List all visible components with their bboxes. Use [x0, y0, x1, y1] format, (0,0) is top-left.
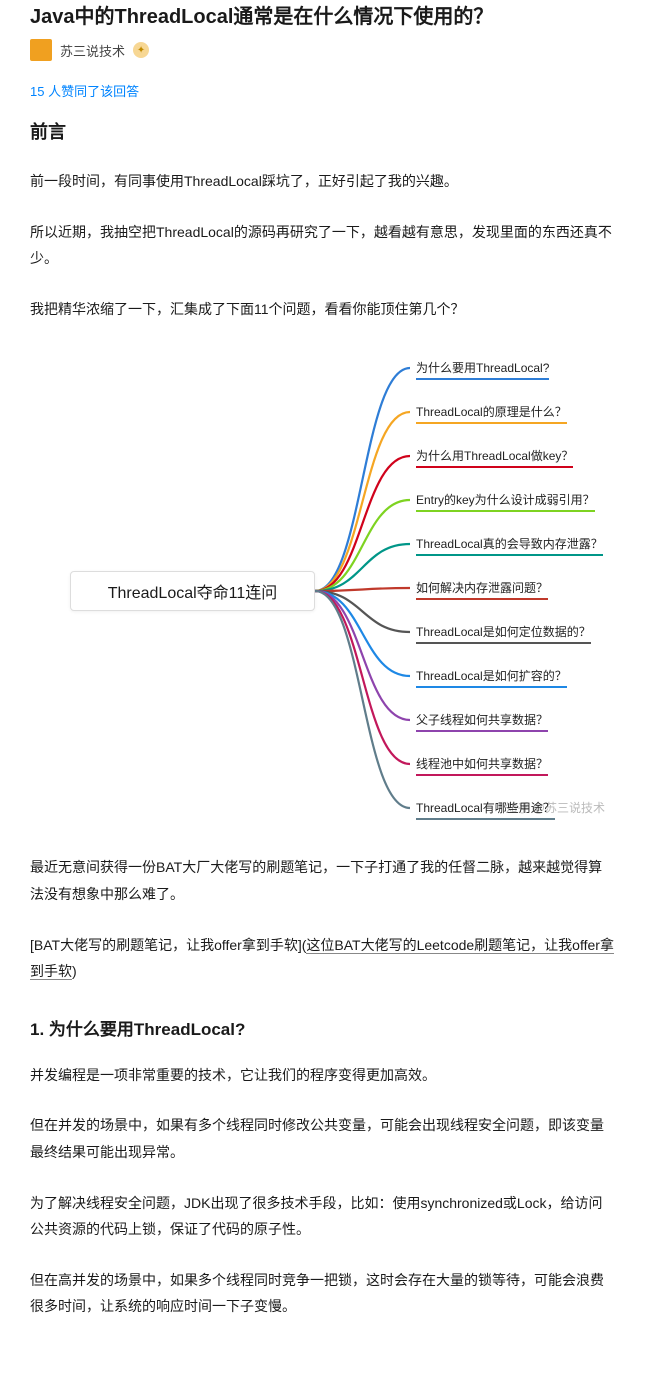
upvote-count[interactable]: 15 人赞同了该回答	[30, 81, 615, 100]
mindmap-figure: ThreadLocal夺命11连问 知乎 @苏三说技术 为什么要用ThreadL…	[30, 346, 615, 826]
author-avatar[interactable]	[30, 39, 52, 61]
paragraph: 前一段时间，有同事使用ThreadLocal踩坑了，正好引起了我的兴趣。	[30, 168, 615, 195]
paragraph: 但在高并发的场景中，如果多个线程同时竞争一把锁，这时会存在大量的锁等待，可能会浪…	[30, 1267, 615, 1320]
paragraph: 为了解决线程安全问题，JDK出现了很多技术手段，比如：使用synchronize…	[30, 1190, 615, 1243]
mindmap-branch-node: 父子线程如何共享数据？	[416, 711, 548, 732]
paragraph-link: [BAT大佬写的刷题笔记，让我offer拿到手软](这位BAT大佬写的Leetc…	[30, 932, 615, 985]
paragraph: 所以近期，我抽空把ThreadLocal的源码再研究了一下，越看越有意思，发现里…	[30, 219, 615, 272]
mindmap-branch-node: Entry的key为什么设计成弱引用？	[416, 491, 595, 512]
preface-heading: 前言	[30, 118, 615, 144]
mindmap-branch-node: 为什么要用ThreadLocal?	[416, 359, 549, 380]
author-row: 苏三说技术 ✦	[0, 39, 645, 61]
mindmap-branch-node: ThreadLocal真的会导致内存泄露？	[416, 535, 603, 556]
verified-badge-icon: ✦	[133, 42, 149, 58]
mindmap-branch-node: ThreadLocal是如何定位数据的？	[416, 623, 591, 644]
mindmap-root-node: ThreadLocal夺命11连问	[70, 571, 315, 611]
paragraph: 我把精华浓缩了一下，汇集成了下面11个问题，看看你能顶住第几个？	[30, 296, 615, 323]
mindmap-branch-node: ThreadLocal的原理是什么？	[416, 403, 567, 424]
link-suffix: )	[72, 963, 77, 979]
paragraph: 最近无意间获得一份BAT大厂大佬写的刷题笔记，一下子打通了我的任督二脉，越来越觉…	[30, 854, 615, 907]
mindmap-branch-node: 线程池中如何共享数据？	[416, 755, 548, 776]
link-prefix: [BAT大佬写的刷题笔记，让我offer拿到手软](	[30, 937, 306, 953]
mindmap-branch-node: ThreadLocal有哪些用途？	[416, 799, 555, 820]
author-name[interactable]: 苏三说技术	[60, 41, 125, 60]
question-title: Java中的ThreadLocal通常是在什么情况下使用的？	[0, 0, 645, 29]
paragraph: 并发编程是一项非常重要的技术，它让我们的程序变得更加高效。	[30, 1062, 615, 1089]
mindmap-branch-node: 如何解决内存泄露问题？	[416, 579, 548, 600]
mindmap-branch-node: ThreadLocal是如何扩容的？	[416, 667, 567, 688]
mindmap-branch-node: 为什么用ThreadLocal做key？	[416, 447, 573, 468]
section-heading: 1. 为什么要用ThreadLocal?	[30, 1015, 615, 1040]
paragraph: 但在并发的场景中，如果有多个线程同时修改公共变量，可能会出现线程安全问题，即该变…	[30, 1112, 615, 1165]
